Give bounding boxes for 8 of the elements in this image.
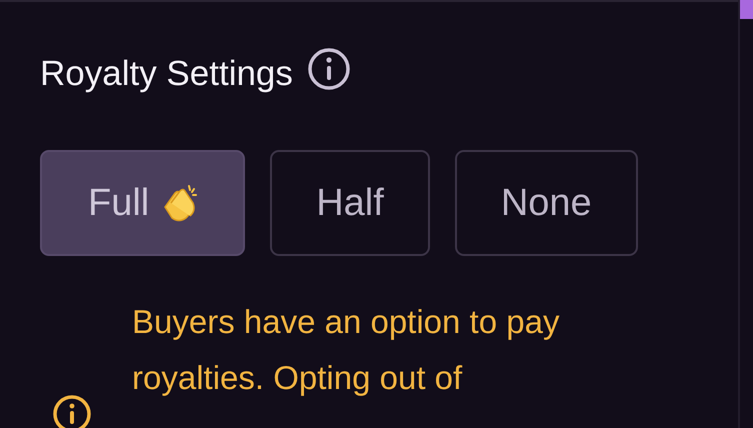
- royalty-option-button[interactable]: Full: [40, 150, 246, 256]
- royalty-notice-text: Buyers have an option to pay royalties. Opting out of: [132, 302, 560, 398]
- info-icon: [52, 394, 92, 428]
- info-icon[interactable]: [306, 47, 351, 91]
- scroll-indicator: [740, 0, 753, 19]
- section-title: Royalty Settings: [40, 54, 293, 94]
- royalty-option-button[interactable]: Half: [270, 150, 430, 256]
- royalty-option-button[interactable]: None: [454, 150, 638, 256]
